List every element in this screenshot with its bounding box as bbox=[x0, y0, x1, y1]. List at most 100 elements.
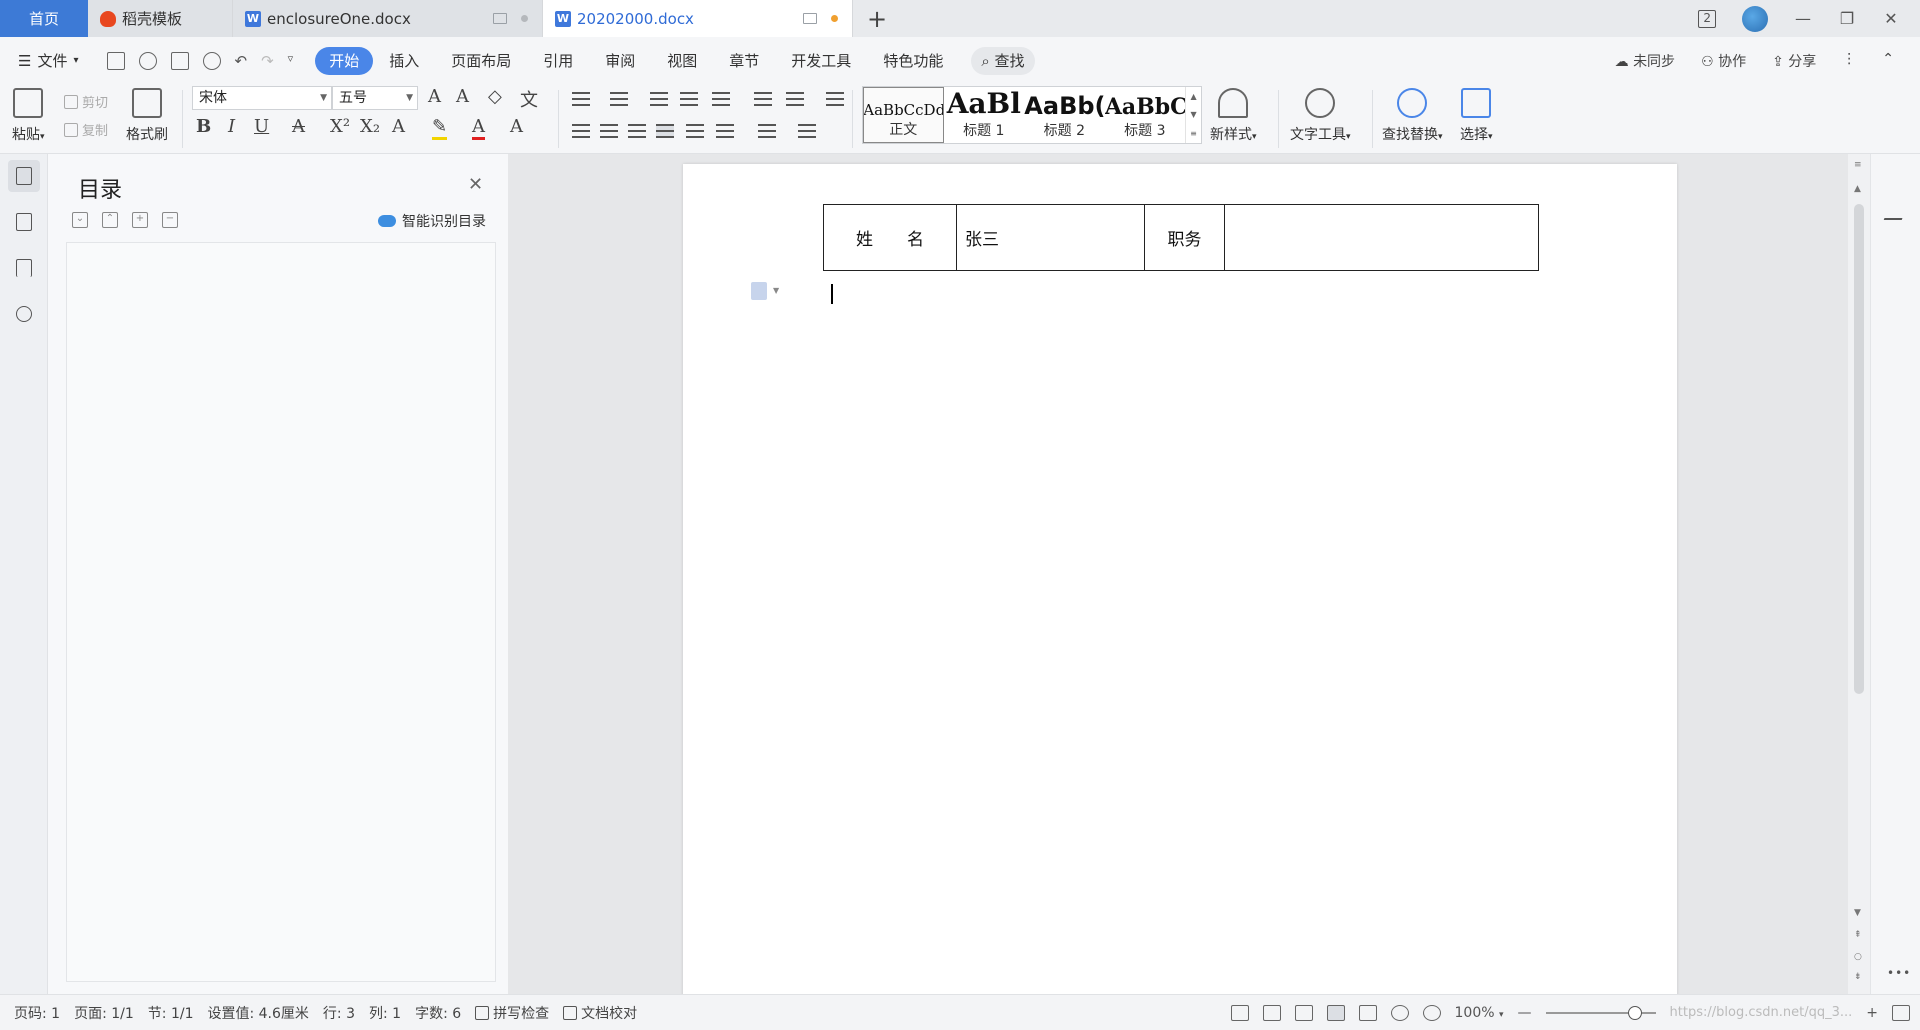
edit-mode-icon[interactable] bbox=[1294, 1004, 1313, 1021]
font-family-select[interactable]: 宋体 ▼ bbox=[192, 86, 332, 110]
search-button[interactable]: ⌕ 查找 bbox=[971, 46, 1035, 75]
avatar[interactable] bbox=[1742, 5, 1768, 32]
distribute-icon[interactable] bbox=[686, 124, 704, 138]
sync-button[interactable]: ☁ 未同步 bbox=[1615, 51, 1675, 71]
underline-icon[interactable]: U bbox=[254, 116, 269, 137]
sort-icon[interactable] bbox=[754, 92, 772, 106]
bookmark-nav-button[interactable] bbox=[8, 252, 40, 284]
table-cell[interactable] bbox=[1224, 204, 1539, 271]
tab-sections[interactable]: 章节 bbox=[713, 47, 775, 75]
text-tools-button[interactable]: 文字工具▾ bbox=[1290, 88, 1351, 144]
find-replace-button[interactable]: 查找替换▾ bbox=[1382, 88, 1443, 144]
status-row[interactable]: 行: 3 bbox=[323, 1003, 355, 1023]
zoom-select[interactable]: 100% ▾ bbox=[1455, 1005, 1504, 1021]
zoom-in-icon[interactable]: + bbox=[1866, 1005, 1878, 1021]
paste-options-icon[interactable] bbox=[751, 282, 767, 300]
tab-start[interactable]: 开始 bbox=[315, 46, 374, 75]
style-heading-2[interactable]: AaBb( 标题 2 bbox=[1024, 87, 1105, 143]
scroll-up-icon[interactable]: ▲ bbox=[1854, 184, 1861, 194]
toc-list[interactable] bbox=[66, 242, 496, 982]
table-row[interactable]: 姓 名 张三 职务 bbox=[823, 204, 1539, 271]
fit-page-icon[interactable] bbox=[1892, 1004, 1910, 1021]
format-painter-button[interactable]: 格式刷 bbox=[126, 88, 168, 144]
search-nav-button[interactable] bbox=[8, 298, 40, 330]
line-spacing-icon[interactable] bbox=[716, 124, 734, 138]
new-style-button[interactable]: 新样式▾ bbox=[1210, 88, 1257, 144]
more-icon[interactable]: ••• bbox=[1887, 966, 1911, 980]
status-page[interactable]: 页面: 1/1 bbox=[74, 1003, 134, 1023]
collab-button[interactable]: ⚇ 协作 bbox=[1701, 51, 1746, 71]
tab-close-dot[interactable] bbox=[521, 15, 528, 22]
scroll-thumb[interactable] bbox=[1854, 204, 1864, 694]
text-effect-icon[interactable]: A bbox=[392, 116, 405, 137]
pen-icon[interactable] bbox=[1883, 202, 1909, 220]
tab-docer-templates[interactable]: 稻壳模板 bbox=[88, 0, 233, 37]
justify-icon[interactable] bbox=[656, 124, 674, 138]
tab-home[interactable]: 首页 bbox=[0, 0, 88, 37]
tab-insert[interactable]: 插入 bbox=[373, 47, 435, 75]
decrease-indent-icon[interactable] bbox=[650, 92, 668, 106]
grow-font-icon[interactable]: A bbox=[428, 86, 441, 107]
next-page-icon[interactable]: ⇟ bbox=[1854, 972, 1862, 982]
font-size-select[interactable]: 五号 ▼ bbox=[332, 86, 418, 110]
restore-icon[interactable]: ❐ bbox=[1838, 9, 1856, 28]
document-page[interactable]: 姓 名 张三 职务 ▼ bbox=[683, 164, 1677, 994]
copy-button[interactable]: 复制 bbox=[64, 120, 108, 139]
table-cell[interactable]: 姓 名 bbox=[823, 204, 957, 271]
unsaved-dot[interactable] bbox=[831, 15, 838, 22]
info-table[interactable]: 姓 名 张三 职务 bbox=[823, 204, 1539, 271]
bullets-icon[interactable] bbox=[572, 92, 590, 106]
collapse-icon[interactable]: ⌃ bbox=[102, 212, 118, 228]
align-left-icon[interactable] bbox=[572, 124, 590, 138]
scroll-down-icon[interactable]: ▼ bbox=[1854, 908, 1861, 918]
add-level-icon[interactable]: + bbox=[132, 212, 148, 228]
window-count-badge[interactable]: 2 bbox=[1698, 9, 1716, 28]
status-word-count[interactable]: 字数: 6 bbox=[415, 1003, 461, 1023]
chinese-layout-icon[interactable] bbox=[712, 92, 730, 106]
tabs-icon[interactable] bbox=[826, 92, 844, 106]
table-cell[interactable]: 职务 bbox=[1144, 204, 1225, 271]
subscript-icon[interactable]: X₂ bbox=[360, 116, 380, 137]
tab-enclosure-doc[interactable]: W enclosureOne.docx bbox=[233, 0, 543, 37]
monitor-icon[interactable] bbox=[803, 13, 817, 24]
eye-protection-icon[interactable] bbox=[1422, 1004, 1441, 1021]
expand-icon[interactable]: ⌄ bbox=[72, 212, 88, 228]
toc-nav-button[interactable] bbox=[8, 160, 40, 192]
tab-current-doc[interactable]: W 20202000.docx bbox=[543, 0, 853, 37]
zoom-slider[interactable] bbox=[1545, 1005, 1656, 1020]
paste-button[interactable]: 粘贴▾ bbox=[12, 88, 45, 144]
save-icon[interactable] bbox=[106, 51, 125, 70]
pinyin-icon[interactable]: 文 bbox=[520, 86, 538, 112]
status-page-number[interactable]: 页码: 1 bbox=[14, 1003, 60, 1023]
outline-view-icon[interactable] bbox=[1358, 1004, 1377, 1021]
borders-icon[interactable] bbox=[798, 124, 816, 138]
italic-icon[interactable]: I bbox=[228, 116, 235, 137]
increase-indent-icon[interactable] bbox=[680, 92, 698, 106]
reading-mode-icon[interactable] bbox=[1262, 1004, 1281, 1021]
browse-object-icon[interactable]: ○ bbox=[1854, 952, 1862, 962]
print-preview-icon[interactable] bbox=[202, 51, 221, 70]
split-icon[interactable]: ≡ bbox=[1854, 160, 1862, 170]
customize-icon[interactable]: ▿ bbox=[288, 52, 294, 70]
document-canvas[interactable]: 姓 名 张三 职务 ▼ bbox=[508, 154, 1848, 994]
tab-features[interactable]: 特色功能 bbox=[867, 47, 959, 75]
shrink-font-icon[interactable]: A bbox=[456, 86, 469, 107]
shading-icon[interactable] bbox=[758, 124, 776, 138]
tab-page-layout[interactable]: 页面布局 bbox=[435, 47, 527, 75]
superscript-icon[interactable]: X² bbox=[330, 116, 350, 137]
monitor-icon[interactable] bbox=[493, 13, 507, 24]
cut-button[interactable]: 剪切 bbox=[64, 92, 108, 111]
zoom-slider-handle[interactable] bbox=[1627, 1005, 1642, 1020]
status-section[interactable]: 节: 1/1 bbox=[148, 1003, 194, 1023]
redo-icon[interactable]: ↷ bbox=[261, 52, 274, 70]
highlight-icon[interactable]: ✎ bbox=[432, 116, 448, 140]
minimize-icon[interactable]: — bbox=[1794, 9, 1812, 28]
fullscreen-icon[interactable] bbox=[1230, 1004, 1249, 1021]
strikethrough-icon[interactable]: A bbox=[292, 116, 305, 137]
prev-page-icon[interactable]: ⇞ bbox=[1854, 930, 1862, 940]
remove-level-icon[interactable]: − bbox=[162, 212, 178, 228]
style-heading-1[interactable]: AaBl 标题 1 bbox=[944, 87, 1025, 143]
collapse-ribbon-icon[interactable]: ⌃ bbox=[1882, 51, 1894, 71]
smart-toc-button[interactable]: 智能识别目录 bbox=[378, 211, 486, 231]
tab-developer[interactable]: 开发工具 bbox=[775, 47, 867, 75]
